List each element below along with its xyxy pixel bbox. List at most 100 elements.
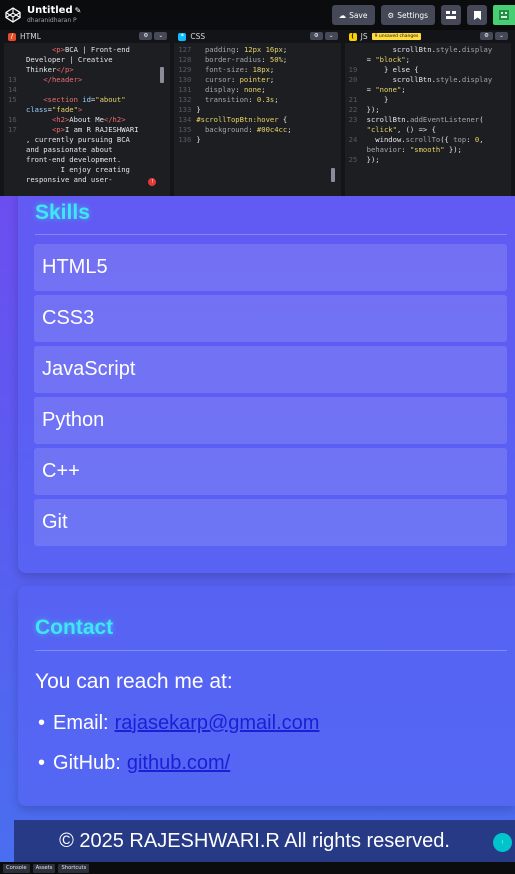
- line-number: 15: [8, 95, 17, 104]
- line-number: 130: [178, 75, 192, 84]
- bookmark-button[interactable]: [467, 5, 487, 25]
- html-pane-controls: ⚙ ⌄: [139, 32, 168, 40]
- code-line[interactable]: 20 scrollBtn.style.display: [349, 75, 505, 85]
- line-number: 133: [178, 105, 192, 114]
- pen-title[interactable]: Untitled ✎: [27, 6, 81, 16]
- email-link[interactable]: rajasekarp@gmail.com: [115, 712, 320, 735]
- code-line[interactable]: 127 padding: 12px 16px;: [178, 45, 334, 55]
- skill-item: Git: [34, 499, 507, 546]
- html-chevron-down-icon[interactable]: ⌄: [154, 32, 168, 40]
- js-pane-title: JS: [360, 32, 368, 41]
- css-settings-icon[interactable]: ⚙: [309, 32, 323, 40]
- code-line[interactable]: 133}: [178, 105, 334, 115]
- save-button[interactable]: ☁ Save: [331, 5, 375, 25]
- arrow-up-icon: ↑: [501, 839, 504, 846]
- line-number: 136: [178, 135, 192, 144]
- code-line[interactable]: class="fade">: [8, 105, 164, 115]
- code-line[interactable]: 17 <p>I am R RAJESHWARI: [8, 125, 164, 135]
- code-line[interactable]: 25});: [349, 155, 505, 165]
- code-line[interactable]: 21 }: [349, 95, 505, 105]
- html-settings-icon[interactable]: ⚙: [139, 32, 153, 40]
- code-line[interactable]: 23 scrollBtn.addEventListener(: [349, 115, 505, 125]
- code-line[interactable]: "click", () => {: [349, 125, 505, 135]
- contact-section: Contact You can reach me at: • Email: ra…: [18, 586, 515, 806]
- editor-panes: / HTML ⚙ ⌄ <p>BCA | Front-end Developer |…: [0, 30, 515, 196]
- code-line[interactable]: 136}: [178, 135, 334, 145]
- code-line[interactable]: 13 </header>: [8, 75, 164, 85]
- page-footer: © 2025 RAJESHWARI.R All rights reserved.: [14, 820, 515, 862]
- gear-icon: ⚙: [387, 10, 395, 20]
- js-settings-icon[interactable]: ⚙: [479, 32, 493, 40]
- code-line[interactable]: = "block";: [349, 55, 505, 65]
- html-editor-pane[interactable]: / HTML ⚙ ⌄ <p>BCA | Front-end Developer |…: [4, 30, 171, 196]
- pen-title-text[interactable]: Untitled: [27, 5, 73, 16]
- js-chevron-down-icon[interactable]: ⌄: [494, 32, 508, 40]
- code-line[interactable]: responsive and user-: [8, 175, 164, 185]
- code-line[interactable]: scrollBtn.style.display: [349, 45, 505, 55]
- code-line[interactable]: I enjoy creating: [8, 165, 164, 175]
- code-line[interactable]: Developer | Creative: [8, 55, 164, 65]
- js-pane-header: ( JS 9 unsaved changes ⚙ ⌄: [344, 30, 511, 43]
- skills-section: Skills HTML5 CSS3 JavaScript Python C++ …: [18, 196, 515, 573]
- code-line[interactable]: 22});: [349, 105, 505, 115]
- code-line[interactable]: 16 <h2>About Me</h2>: [8, 115, 164, 125]
- code-line[interactable]: 132 transition: 0.3s;: [178, 95, 334, 105]
- code-line[interactable]: , currently pursuing BCA: [8, 135, 164, 145]
- code-line[interactable]: 135 background: #00c4cc;: [178, 125, 334, 135]
- html-code[interactable]: <p>BCA | Front-end Developer | Creative Th…: [4, 43, 170, 185]
- line-number: 129: [178, 65, 192, 74]
- layout-icon: [446, 11, 456, 19]
- line-number: 25: [348, 155, 358, 164]
- preview-frame: Skills HTML5 CSS3 JavaScript Python C++ …: [0, 196, 515, 862]
- code-line[interactable]: <p>BCA | Front-end: [8, 45, 164, 55]
- github-line: • GitHub: github.com/: [38, 752, 230, 775]
- line-number: 20: [348, 75, 358, 84]
- css-code[interactable]: 127 padding: 12px 16px; 128 border-radius…: [174, 43, 340, 145]
- console-button[interactable]: Console: [3, 863, 30, 873]
- js-editor-pane[interactable]: ( JS 9 unsaved changes ⚙ ⌄ scrollBtn.sty…: [344, 30, 511, 196]
- line-number: 13: [8, 75, 17, 84]
- bullet: •: [38, 752, 46, 774]
- code-line[interactable]: Thinker</p>: [8, 65, 164, 75]
- code-line[interactable]: 134 #scrollTopBtn:hover {: [178, 115, 334, 125]
- bottom-bar: Console Assets Shortcuts: [0, 862, 515, 874]
- css-editor-pane[interactable]: * CSS ⚙ ⌄ 127 padding: 12px 16px; 128 bor…: [174, 30, 341, 196]
- code-line[interactable]: 130 cursor: pointer;: [178, 75, 334, 85]
- settings-button[interactable]: ⚙ Settings: [380, 5, 435, 25]
- code-line[interactable]: 24 window.scrollTo({ top: 0,: [349, 135, 505, 145]
- bullet: •: [38, 712, 46, 734]
- code-line[interactable]: and passionate about: [8, 145, 164, 155]
- layout-button[interactable]: [441, 5, 461, 25]
- contact-heading: Contact: [35, 616, 114, 639]
- email-line: • Email: rajasekarp@gmail.com: [38, 712, 319, 735]
- unsaved-changes-badge[interactable]: 9 unsaved changes: [371, 33, 422, 40]
- codepen-logo-icon[interactable]: [4, 6, 22, 24]
- css-chevron-down-icon[interactable]: ⌄: [324, 32, 338, 40]
- pencil-icon[interactable]: ✎: [75, 6, 82, 15]
- skill-item: Python: [34, 397, 507, 444]
- save-label: Save: [349, 10, 368, 20]
- code-line[interactable]: front-end development.: [8, 155, 164, 165]
- scroll-top-button[interactable]: ↑: [493, 833, 512, 852]
- line-number: 135: [178, 125, 192, 134]
- js-code[interactable]: scrollBtn.style.display = "block"; 19 } el…: [345, 43, 511, 165]
- code-line[interactable]: 19 } else {: [349, 65, 505, 75]
- html-scrollbar[interactable]: [160, 67, 165, 83]
- code-line[interactable]: 128 border-radius: 50%;: [178, 55, 334, 65]
- code-line[interactable]: 129 font-size: 18px;: [178, 65, 334, 75]
- code-line[interactable]: behavior: "smooth" });: [349, 145, 505, 155]
- css-pane-controls: ⚙ ⌄: [309, 32, 338, 40]
- code-line[interactable]: = "none";: [349, 85, 505, 95]
- assets-button[interactable]: Assets: [32, 863, 56, 873]
- line-number: 16: [8, 115, 17, 124]
- line-number: 19: [348, 65, 358, 74]
- code-line[interactable]: 14: [8, 85, 164, 95]
- user-avatar[interactable]: [493, 5, 515, 25]
- shortcuts-button[interactable]: Shortcuts: [58, 863, 90, 873]
- css-scrollbar[interactable]: [330, 168, 335, 182]
- pen-author[interactable]: dharanidharan P: [27, 18, 81, 24]
- code-line[interactable]: 15 <section id="about": [8, 95, 164, 105]
- code-line[interactable]: 131 display: none;: [178, 85, 334, 95]
- line-number: 14: [8, 85, 17, 94]
- github-link[interactable]: github.com/: [127, 752, 230, 775]
